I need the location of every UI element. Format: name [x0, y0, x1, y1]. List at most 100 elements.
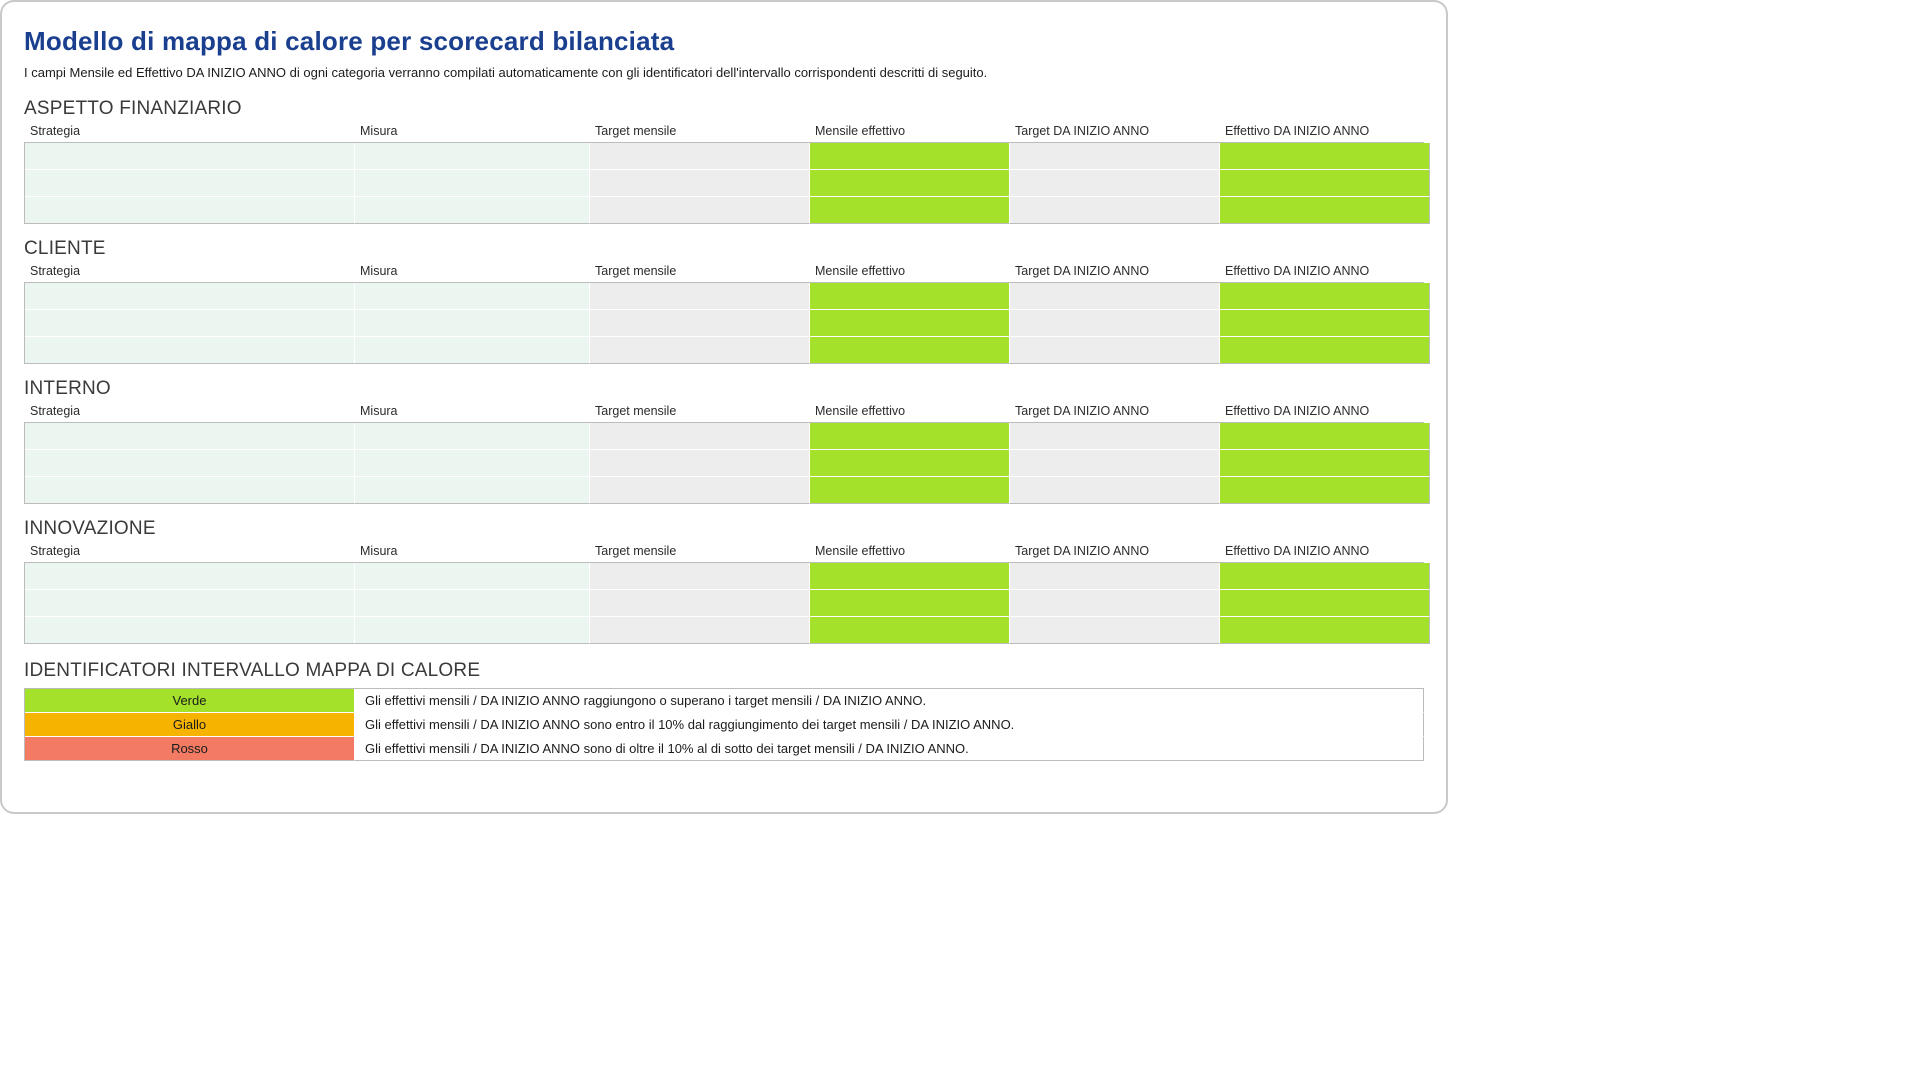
cell-mensile-effettivo: [810, 310, 1010, 337]
section-interno: INTERNO Strategia Misura Target mensile …: [24, 378, 1424, 504]
column-headers: Strategia Misura Target mensile Mensile …: [24, 542, 1424, 562]
cell-target-mensile[interactable]: [590, 283, 810, 310]
cell-target-ytd[interactable]: [1010, 170, 1220, 197]
col-misura: Misura: [354, 404, 589, 418]
section-cliente: CLIENTE Strategia Misura Target mensile …: [24, 238, 1424, 364]
cell-target-mensile[interactable]: [590, 617, 810, 644]
col-target-ytd: Target DA INIZIO ANNO: [1009, 124, 1219, 138]
cell-target-mensile[interactable]: [590, 197, 810, 224]
column-headers: Strategia Misura Target mensile Mensile …: [24, 402, 1424, 422]
cell-mensile-effettivo: [810, 337, 1010, 364]
col-effettivo-ytd: Effettivo DA INIZIO ANNO: [1219, 404, 1429, 418]
legend-desc: Gli effettivi mensili / DA INIZIO ANNO s…: [355, 713, 1424, 737]
col-strategia: Strategia: [24, 124, 354, 138]
cell-misura[interactable]: [355, 423, 590, 450]
cell-target-mensile[interactable]: [590, 310, 810, 337]
cell-strategia[interactable]: [25, 563, 355, 590]
cell-target-mensile[interactable]: [590, 477, 810, 504]
cell-strategia[interactable]: [25, 283, 355, 310]
cell-target-ytd[interactable]: [1010, 477, 1220, 504]
cell-target-ytd[interactable]: [1010, 450, 1220, 477]
column-headers: Strategia Misura Target mensile Mensile …: [24, 262, 1424, 282]
cell-misura[interactable]: [355, 143, 590, 170]
col-target-ytd: Target DA INIZIO ANNO: [1009, 404, 1219, 418]
cell-target-mensile[interactable]: [590, 143, 810, 170]
cell-misura[interactable]: [355, 310, 590, 337]
col-target-mensile: Target mensile: [589, 544, 809, 558]
cell-strategia[interactable]: [25, 337, 355, 364]
cell-mensile-effettivo: [810, 143, 1010, 170]
section-heading: INTERNO: [24, 378, 1424, 400]
page: Modello di mappa di calore per scorecard…: [0, 0, 1448, 814]
cell-mensile-effettivo: [810, 197, 1010, 224]
cell-mensile-effettivo: [810, 617, 1010, 644]
cell-misura[interactable]: [355, 283, 590, 310]
col-target-mensile: Target mensile: [589, 124, 809, 138]
cell-mensile-effettivo: [810, 170, 1010, 197]
col-mensile-effettivo: Mensile effettivo: [809, 544, 1009, 558]
cell-target-mensile[interactable]: [590, 337, 810, 364]
cell-target-ytd[interactable]: [1010, 337, 1220, 364]
cell-target-ytd[interactable]: [1010, 310, 1220, 337]
cell-target-ytd[interactable]: [1010, 197, 1220, 224]
section-heading: INNOVAZIONE: [24, 518, 1424, 540]
cell-effettivo-ytd: [1220, 590, 1430, 617]
legend-row-green: Verde Gli effettivi mensili / DA INIZIO …: [25, 689, 1424, 713]
cell-target-ytd[interactable]: [1010, 563, 1220, 590]
col-mensile-effettivo: Mensile effettivo: [809, 264, 1009, 278]
cell-strategia[interactable]: [25, 310, 355, 337]
cell-target-ytd[interactable]: [1010, 283, 1220, 310]
cell-effettivo-ytd: [1220, 170, 1430, 197]
cell-target-ytd[interactable]: [1010, 143, 1220, 170]
cell-misura[interactable]: [355, 170, 590, 197]
cell-misura[interactable]: [355, 617, 590, 644]
legend-desc: Gli effettivi mensili / DA INIZIO ANNO s…: [355, 737, 1424, 761]
cell-strategia[interactable]: [25, 617, 355, 644]
legend-row-red: Rosso Gli effettivi mensili / DA INIZIO …: [25, 737, 1424, 761]
heatmap-grid: [24, 142, 1424, 224]
col-target-mensile: Target mensile: [589, 264, 809, 278]
heatmap-grid: [24, 282, 1424, 364]
cell-effettivo-ytd: [1220, 450, 1430, 477]
cell-target-mensile[interactable]: [590, 563, 810, 590]
cell-misura[interactable]: [355, 197, 590, 224]
legend-row-yellow: Giallo Gli effettivi mensili / DA INIZIO…: [25, 713, 1424, 737]
cell-misura[interactable]: [355, 477, 590, 504]
cell-mensile-effettivo: [810, 590, 1010, 617]
col-effettivo-ytd: Effettivo DA INIZIO ANNO: [1219, 124, 1429, 138]
cell-strategia[interactable]: [25, 170, 355, 197]
cell-strategia[interactable]: [25, 197, 355, 224]
cell-mensile-effettivo: [810, 563, 1010, 590]
cell-target-ytd[interactable]: [1010, 590, 1220, 617]
col-mensile-effettivo: Mensile effettivo: [809, 124, 1009, 138]
cell-strategia[interactable]: [25, 423, 355, 450]
legend-swatch-yellow: Giallo: [25, 713, 355, 737]
col-misura: Misura: [354, 124, 589, 138]
cell-misura[interactable]: [355, 590, 590, 617]
cell-effettivo-ytd: [1220, 283, 1430, 310]
cell-strategia[interactable]: [25, 477, 355, 504]
legend: Verde Gli effettivi mensili / DA INIZIO …: [24, 688, 1424, 761]
cell-strategia[interactable]: [25, 143, 355, 170]
cell-target-mensile[interactable]: [590, 450, 810, 477]
heatmap-grid: [24, 562, 1424, 644]
col-effettivo-ytd: Effettivo DA INIZIO ANNO: [1219, 264, 1429, 278]
cell-effettivo-ytd: [1220, 337, 1430, 364]
col-strategia: Strategia: [24, 404, 354, 418]
cell-target-ytd[interactable]: [1010, 423, 1220, 450]
legend-heading: IDENTIFICATORI INTERVALLO MAPPA DI CALOR…: [24, 660, 1424, 682]
page-title: Modello di mappa di calore per scorecard…: [24, 26, 1424, 57]
cell-target-mensile[interactable]: [590, 590, 810, 617]
page-subtitle: I campi Mensile ed Effettivo DA INIZIO A…: [24, 65, 1424, 80]
cell-strategia[interactable]: [25, 450, 355, 477]
cell-target-mensile[interactable]: [590, 170, 810, 197]
cell-mensile-effettivo: [810, 423, 1010, 450]
cell-strategia[interactable]: [25, 590, 355, 617]
col-strategia: Strategia: [24, 544, 354, 558]
cell-misura[interactable]: [355, 337, 590, 364]
cell-target-mensile[interactable]: [590, 423, 810, 450]
cell-misura[interactable]: [355, 563, 590, 590]
cell-target-ytd[interactable]: [1010, 617, 1220, 644]
cell-mensile-effettivo: [810, 477, 1010, 504]
cell-misura[interactable]: [355, 450, 590, 477]
